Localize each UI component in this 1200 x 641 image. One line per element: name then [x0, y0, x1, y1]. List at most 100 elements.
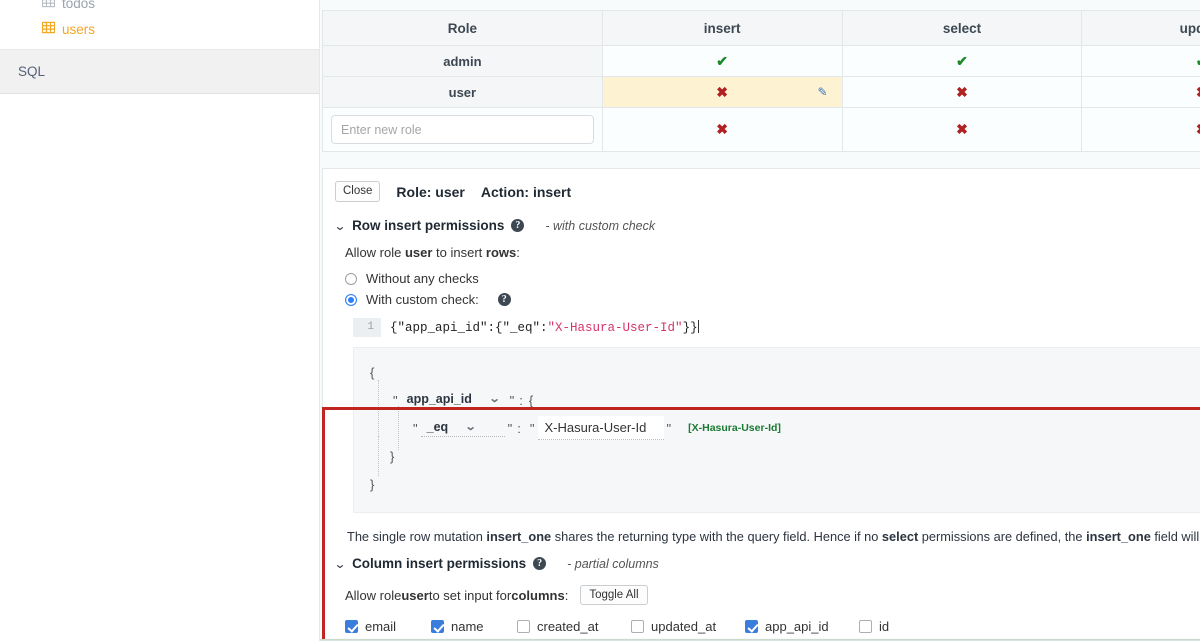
perm-cell-user-update[interactable]: ✖	[1081, 76, 1200, 108]
radio-with-custom-check-label: With custom check:	[366, 292, 479, 307]
checkbox-item-id[interactable]: id	[859, 619, 945, 634]
allow-mid: to insert	[432, 245, 486, 260]
table-icon	[41, 21, 56, 39]
sidebar-item-users[interactable]: users	[0, 17, 319, 43]
perm-cell-user-select[interactable]: ✖	[841, 76, 1083, 108]
checkbox-item-created-at[interactable]: created_at	[517, 619, 631, 634]
note-part-3: permissions are defined, the	[918, 529, 1087, 544]
column-permissions-title: Column insert permissions	[352, 556, 527, 571]
column-header-role: Role	[322, 10, 603, 46]
question-mark-icon[interactable]: ?	[511, 219, 525, 232]
panel-header: Close Role: user Action: insert	[323, 169, 1200, 212]
table-header-row: Role insert select update delete	[322, 10, 1200, 46]
perm-cell-new-insert[interactable]: ✖	[601, 107, 843, 152]
cross-icon: ✖	[956, 83, 968, 100]
role-name-user: user	[322, 76, 603, 108]
radio-without-checks-row[interactable]: Without any checks	[345, 268, 1200, 289]
open-brace: {	[370, 364, 375, 380]
allow-object: rows	[485, 245, 517, 260]
builder-key1-row: " app_api_id ⌄ " : {	[354, 380, 1200, 420]
checkbox-item-app-api-id[interactable]: app_api_id	[745, 619, 859, 634]
radio-without-checks-label: Without any checks	[366, 271, 479, 286]
radio-with-custom-check-row[interactable]: With custom check: ?	[345, 289, 1200, 310]
checkbox-label: updated_at	[651, 619, 717, 634]
checkbox-item-email[interactable]: email	[345, 619, 431, 634]
radio-without-checks[interactable]	[345, 272, 357, 285]
row-permissions-title: Row insert permissions	[352, 218, 505, 233]
column-permissions-body: Allow role user to set input for columns…	[323, 581, 1200, 634]
table-row: user ✖ ✎ ✖ ✖ ✖	[322, 76, 1200, 108]
column-select-value: app_api_id	[406, 391, 472, 406]
col-allow-mid: to set input for	[428, 587, 512, 603]
code-suffix: }}	[682, 321, 698, 335]
new-role-input[interactable]	[331, 115, 594, 144]
question-mark-icon[interactable]: ?	[497, 293, 511, 306]
perm-cell-user-insert[interactable]: ✖ ✎	[601, 76, 843, 108]
column-select-app-api-id[interactable]: app_api_id ⌄	[400, 391, 507, 409]
checkbox-id[interactable]	[859, 620, 872, 633]
check-icon: ✔	[716, 52, 729, 69]
close-button[interactable]: Close	[335, 181, 381, 202]
custom-check-code-editor[interactable]: 1 {"app_api_id":{"_eq":"X-Hasura-User-Id…	[353, 318, 1200, 337]
checkbox-app-api-id[interactable]	[745, 620, 758, 633]
perm-cell-new-select[interactable]: ✖	[841, 107, 1083, 152]
column-permissions-note: - partial columns	[567, 556, 659, 571]
colon: :	[517, 420, 521, 436]
code-string-token: "X-Hasura-User-Id"	[547, 321, 683, 335]
table-row: admin ✔ ✔ ✔ ✔	[322, 45, 1200, 77]
row-permissions-section-header[interactable]: ⌄ Row insert permissions ? - with custom…	[323, 212, 1200, 243]
radio-with-custom-check[interactable]	[345, 293, 357, 306]
cross-icon: ✖	[1196, 121, 1200, 137]
value-quote-close: "	[666, 420, 672, 436]
perm-cell-admin-insert[interactable]: ✔	[601, 45, 843, 77]
insert-one-note: The single row mutation insert_one share…	[345, 513, 1200, 544]
sql-label: SQL	[18, 64, 46, 79]
code-content[interactable]: {"app_api_id":{"_eq":"X-Hasura-User-Id"}…	[381, 320, 699, 335]
indent-guide	[378, 436, 379, 476]
checkbox-label: name	[451, 619, 484, 634]
perm-cell-new-update[interactable]: ✖	[1081, 107, 1200, 152]
perm-cell-admin-update[interactable]: ✔	[1081, 45, 1200, 77]
checkbox-label: created_at	[537, 619, 599, 634]
builder-operator-row: " _eq ⌄ " : " X-Hasura-User-Id " [X-Hasu…	[354, 406, 1200, 450]
checkbox-item-name[interactable]: name	[431, 619, 517, 634]
cross-icon: ✖	[1196, 84, 1200, 100]
question-mark-icon[interactable]: ?	[533, 557, 547, 570]
text-caret	[697, 320, 699, 333]
operator-select-eq[interactable]: _eq ⌄	[420, 420, 505, 437]
checkbox-item-updated-at[interactable]: updated_at	[631, 619, 745, 634]
main-content: Role insert select update delete admin ✔…	[320, 0, 1200, 641]
chevron-down-icon: ⌄	[333, 218, 347, 233]
permission-edit-panel: Close Role: user Action: insert ⌄ Row in…	[322, 168, 1200, 641]
allow-row-line: Allow role user to insert rows:	[345, 243, 1200, 268]
json-query-builder: { " app_api_id ⌄ " : {" _eq ⌄ ": " X-H…	[353, 347, 1200, 513]
checkbox-label: app_api_id	[765, 619, 829, 634]
toggle-all-button[interactable]: Toggle All	[580, 585, 648, 605]
table-tree: todos users	[0, 0, 319, 50]
checkbox-name[interactable]	[431, 620, 444, 633]
checkbox-created-at[interactable]	[517, 620, 530, 633]
sidebar-item-sql[interactable]: SQL	[0, 50, 319, 94]
column-permissions-section-header[interactable]: ⌄ Column insert permissions ? - partial …	[323, 544, 1200, 581]
checkbox-label: id	[879, 619, 890, 634]
pencil-icon[interactable]: ✎	[818, 85, 828, 99]
builder-inner-close-row: }	[354, 436, 1200, 476]
quote-open: "	[413, 420, 418, 436]
sidebar-item-label: users	[62, 22, 96, 37]
note-bold-select: select	[881, 529, 919, 544]
note-bold-insert-one: insert_one	[486, 529, 552, 544]
sidebar: todos users SQL	[0, 0, 320, 641]
permissions-table-wrapper: Role insert select update delete admin ✔…	[322, 10, 1200, 152]
checkbox-updated-at[interactable]	[631, 620, 644, 633]
value-input[interactable]: X-Hasura-User-Id	[537, 416, 664, 440]
session-variable-hint: [X-Hasura-User-Id]	[688, 422, 781, 434]
row-permissions-note: - with custom check	[545, 218, 656, 233]
table-row-new-role: ✖ ✖ ✖ ✖	[322, 107, 1200, 152]
sidebar-item-todos[interactable]: todos	[0, 0, 319, 17]
allow-role: user	[404, 245, 433, 260]
colon: :	[519, 392, 523, 408]
role-name-admin: admin	[322, 45, 603, 77]
perm-cell-admin-select[interactable]: ✔	[841, 45, 1083, 77]
note-part-4: field will also be omitted from the sche…	[1154, 529, 1200, 544]
checkbox-email[interactable]	[345, 620, 358, 633]
